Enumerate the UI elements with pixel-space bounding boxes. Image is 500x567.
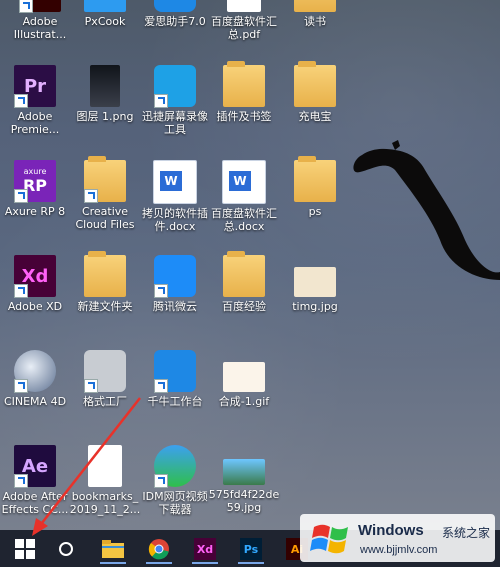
folder-icon — [223, 251, 265, 297]
desktop-icon-baidu-jingyan[interactable]: 百度经验 — [204, 251, 284, 313]
desktop-icon-weiyun[interactable]: 腾讯微云 — [135, 255, 215, 313]
desktop-icon-after-effects[interactable]: Ae Adobe After Effects CC... — [0, 445, 75, 516]
desktop-icon-idm[interactable]: IDM网页视频 下载器 — [135, 445, 215, 516]
desktop-icon-cinema4d[interactable]: CINEMA 4D — [0, 350, 75, 408]
desktop-icon-plugin-docx[interactable]: W 拷贝的软件插 件.docx — [135, 160, 215, 233]
screen-recorder-icon — [154, 65, 196, 108]
file-explorer-button[interactable] — [100, 536, 126, 564]
qianniu-icon — [154, 350, 196, 393]
adobe-xd-taskbar[interactable]: Xd — [192, 536, 218, 564]
weiyun-cloud-icon — [154, 255, 196, 298]
adobe-premiere-icon: Pr — [14, 65, 56, 108]
desktop-icon-axure[interactable]: axure RP Axure RP 8 — [0, 160, 75, 218]
jpg-image-icon — [223, 459, 265, 485]
circle-icon — [59, 542, 73, 556]
photoshop-taskbar[interactable]: Ps — [238, 536, 264, 564]
desktop-icon-ps[interactable]: ps — [275, 156, 355, 218]
folder-icon — [223, 61, 265, 107]
desktop-icon-bookmarks[interactable]: bookmarks_ 2019_11_2... — [65, 445, 145, 516]
watermark: Windows 系统之家 www.bjjmlv.com — [300, 514, 495, 562]
watermark-brand: Windows — [358, 522, 424, 539]
desktop-icon-gif[interactable]: 合成-1.gif — [204, 350, 284, 408]
desktop-icon-i4-assistant[interactable]: 爱思助手7.0 — [135, 0, 215, 28]
desktop-icon-power-bank[interactable]: 充电宝 — [275, 61, 355, 123]
creative-cloud-folder-icon — [84, 156, 126, 203]
adobe-illustrator-icon: Ai — [19, 0, 61, 13]
folder-icon — [294, 156, 336, 202]
desktop-icon-adobe-xd[interactable]: Xd Adobe XD — [0, 255, 75, 313]
adobe-aftereffects-icon: Ae — [14, 445, 56, 488]
photoshop-icon: Ps — [240, 538, 262, 560]
desktop-icon-layer-png[interactable]: 图层 1.png — [65, 65, 145, 123]
desktop-icon-screen-recorder[interactable]: 迅捷屏幕录像 工具 — [135, 65, 215, 136]
axure-icon: axure RP — [14, 160, 56, 203]
desktop-icon-format-factory[interactable]: 格式工厂 — [65, 350, 145, 408]
docx-icon: W — [222, 160, 266, 204]
desktop-icon-dushu[interactable]: 读书 — [275, 0, 355, 28]
adobe-xd-icon: Xd — [14, 255, 56, 298]
cinema4d-icon — [14, 350, 56, 393]
folder-icon — [84, 251, 126, 297]
desktop-icon-creative-cloud-files[interactable]: Creative Cloud Files — [65, 156, 145, 231]
chrome-icon — [148, 539, 169, 560]
windows-logo-icon — [15, 539, 35, 559]
desktop-icon-baidu-pdf[interactable]: 百度盘软件汇 总.pdf — [204, 0, 284, 41]
gif-image-icon — [223, 362, 265, 392]
jpg-image-icon — [294, 267, 336, 297]
folder-icon — [294, 61, 336, 107]
watermark-brand-cn: 系统之家 — [442, 526, 491, 540]
windows-flag-logo — [310, 524, 348, 554]
folder-icon — [294, 0, 336, 12]
desktop-icon-plugins-bookmarks[interactable]: 插件及书签 — [204, 61, 284, 123]
html-bookmarks-icon — [88, 445, 122, 487]
watermark-url: www.bjjmlv.com — [360, 544, 438, 556]
desktop-icon-qianniu[interactable]: 千牛工作台 — [135, 350, 215, 408]
desktop-icon-baidu-docx[interactable]: W 百度盘软件汇 总.docx — [204, 160, 284, 233]
png-image-icon — [90, 65, 120, 107]
i4-assistant-icon — [154, 0, 196, 12]
chrome-button[interactable] — [146, 536, 172, 564]
desktop-icon-new-folder[interactable]: 新建文件夹 — [65, 251, 145, 313]
adobe-xd-icon: Xd — [194, 538, 216, 560]
desktop-icon-pxcook[interactable]: PxCook — [65, 0, 145, 28]
cortana-button[interactable] — [53, 536, 79, 562]
start-button[interactable] — [12, 536, 38, 562]
idm-icon — [154, 445, 196, 488]
desktop-icon-adobe-premiere[interactable]: Pr Adobe Premie... — [0, 65, 75, 136]
folder-icon — [102, 540, 124, 558]
pdf-icon — [227, 0, 261, 12]
desktop-icon-575fd-jpg[interactable]: 575fd4f22de 59.jpg — [204, 445, 284, 514]
format-factory-icon — [84, 350, 126, 393]
docx-icon: W — [153, 160, 197, 204]
pxcook-icon — [84, 0, 126, 12]
desktop-icon-timg[interactable]: timg.jpg — [275, 255, 355, 313]
